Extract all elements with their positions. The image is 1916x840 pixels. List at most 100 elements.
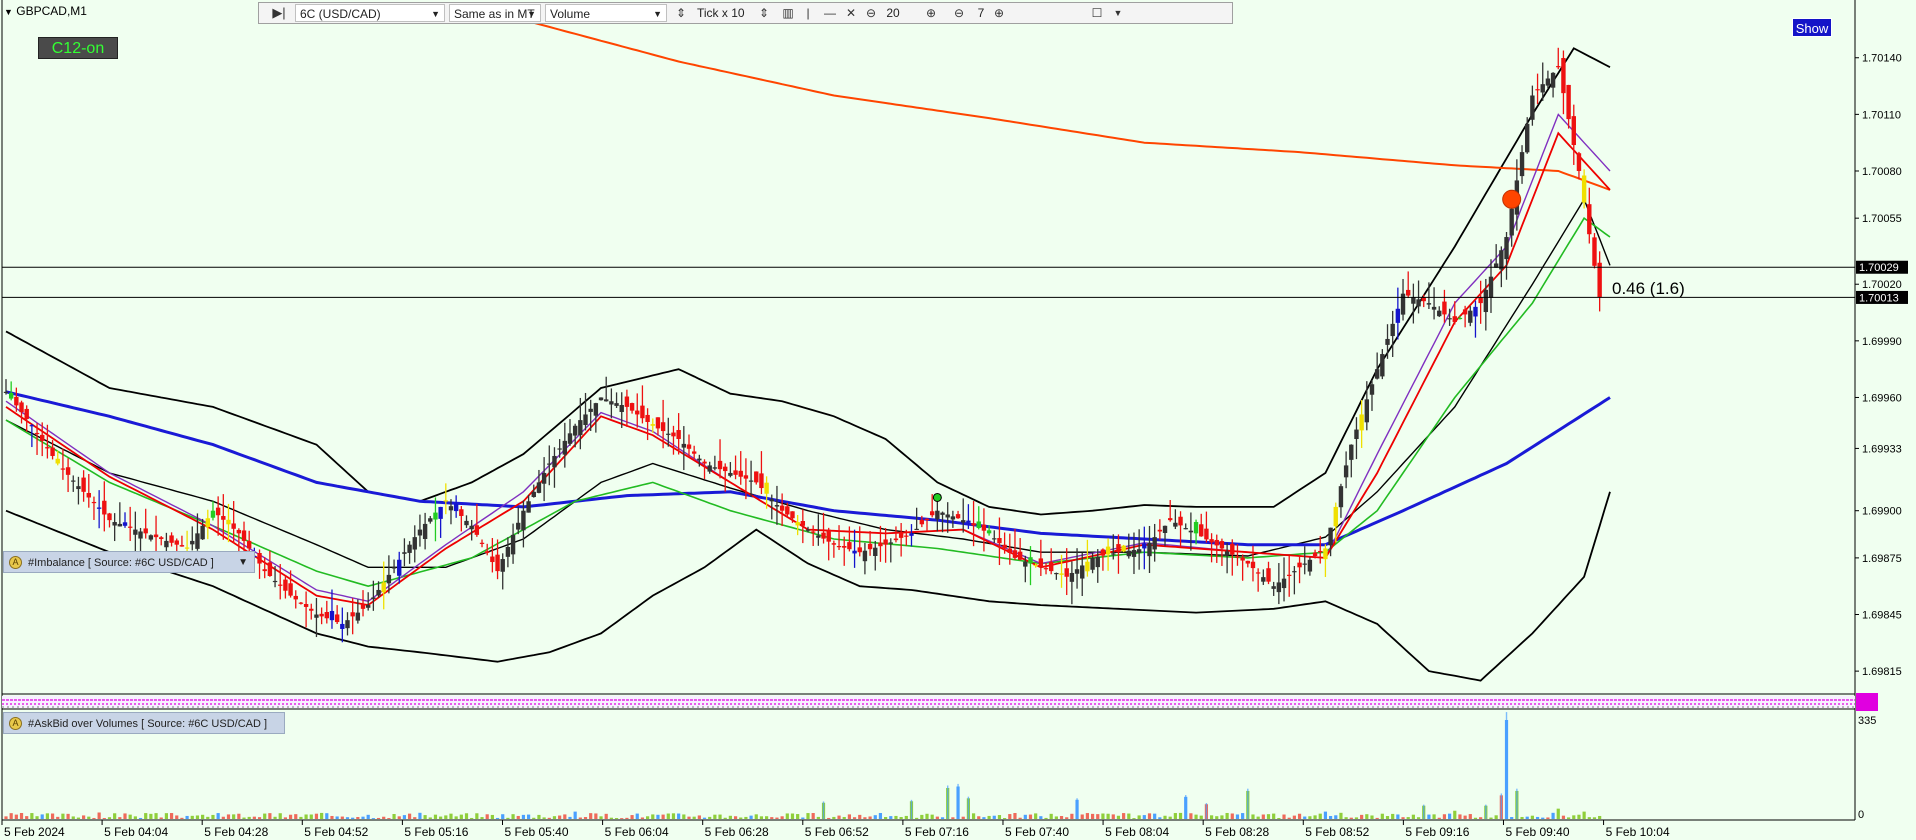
volume-bar bbox=[785, 813, 789, 819]
volume-bar bbox=[1282, 814, 1286, 819]
volume-bar bbox=[884, 817, 888, 819]
depth-decrease-icon[interactable]: ⊖ bbox=[951, 4, 967, 22]
price-bar-body bbox=[1478, 297, 1483, 304]
price-bar-body bbox=[873, 547, 878, 556]
volume-bar bbox=[459, 814, 463, 819]
y-tick-label: 1.70140 bbox=[1862, 53, 1902, 65]
volume-bar bbox=[159, 817, 163, 819]
price-bar-body bbox=[386, 574, 392, 584]
price-bar-body bbox=[1100, 549, 1106, 556]
volume-bar bbox=[1448, 813, 1452, 819]
symbol-title: ▼ GBPCAD,M1 bbox=[4, 4, 87, 18]
price-bar-body bbox=[397, 559, 402, 576]
window-icon[interactable]: ☐ bbox=[1089, 4, 1105, 22]
volume-bar bbox=[1598, 815, 1602, 819]
close-icon[interactable]: ✕ bbox=[843, 4, 859, 22]
volume-bar bbox=[1416, 817, 1421, 819]
volume-bar bbox=[920, 814, 924, 819]
price-bar-body bbox=[505, 546, 511, 557]
volume-bar bbox=[263, 813, 267, 819]
price-bar-body bbox=[1343, 465, 1349, 478]
price-bar-body bbox=[526, 501, 531, 513]
tick-multiplier[interactable]: Tick x 10 bbox=[697, 4, 753, 22]
play-icon[interactable]: ▶| bbox=[269, 4, 289, 22]
volume-bar bbox=[775, 817, 779, 819]
mode-select[interactable]: Volume ▼ bbox=[545, 4, 667, 22]
price-bar-body bbox=[867, 543, 873, 550]
price-bar-body bbox=[821, 532, 826, 539]
volume-bar bbox=[82, 815, 86, 819]
volume-bar bbox=[708, 816, 712, 819]
volume-bar bbox=[1344, 817, 1348, 819]
askbid-indicator-label[interactable]: A #AskBid over Volumes [ Source: #6C USD… bbox=[3, 712, 285, 734]
volume-bar bbox=[138, 817, 143, 819]
price-bar-body bbox=[1136, 549, 1142, 553]
horizontal-line-icon[interactable]: — bbox=[821, 4, 839, 22]
instrument-select[interactable]: 6C (USD/CAD) ▼ bbox=[295, 4, 445, 22]
volume-bar bbox=[677, 813, 681, 819]
price-bar-body bbox=[329, 610, 335, 621]
vertical-line-icon[interactable]: | bbox=[801, 4, 815, 22]
volume-bar bbox=[687, 816, 691, 819]
price-bar-body bbox=[324, 612, 329, 619]
price-chart[interactable]: 1.70029 1.70013 0.46 (1.6) 1.70140 1.7011… bbox=[0, 0, 1916, 840]
dropdown-triangle-icon[interactable]: ▼ bbox=[4, 7, 13, 17]
volume-bar bbox=[1453, 810, 1457, 819]
price-bar-body bbox=[1571, 116, 1576, 146]
price-bar-body bbox=[417, 529, 423, 536]
price-bar-body bbox=[857, 547, 862, 553]
volume-bar bbox=[314, 813, 319, 819]
price-bar-body bbox=[1556, 66, 1561, 68]
zoom-in-icon[interactable]: ⊕ bbox=[923, 4, 939, 22]
price-bar-body bbox=[691, 451, 697, 454]
price-bar-body bbox=[909, 533, 914, 536]
show-button[interactable]: Show bbox=[1792, 18, 1832, 37]
tick-height-icon[interactable]: ⇕ bbox=[673, 4, 689, 22]
chevron-down-icon[interactable]: ▼ bbox=[238, 552, 248, 574]
volume-bar bbox=[1003, 817, 1007, 819]
volume-bar bbox=[744, 816, 748, 819]
c12-status-badge[interactable]: C12-on bbox=[38, 37, 118, 59]
y-tick-label: 1.69990 bbox=[1862, 336, 1902, 348]
y-tick-label: 1.69875 bbox=[1862, 553, 1902, 565]
volume-bar bbox=[1013, 813, 1017, 819]
price-bar-body bbox=[728, 472, 733, 476]
volume-bar bbox=[1116, 815, 1121, 819]
volume-bar bbox=[816, 816, 820, 819]
volume-bar bbox=[1479, 817, 1483, 819]
imbalance-indicator-label[interactable]: A #Imbalance [ Source: #6C USD/CAD ] ▼ bbox=[3, 551, 255, 573]
volume-bar-overlay bbox=[1205, 803, 1208, 819]
price-bar-body bbox=[1338, 486, 1344, 508]
price-bar-body bbox=[583, 414, 588, 426]
volume-bar bbox=[257, 817, 262, 819]
price-bar-body bbox=[1204, 528, 1209, 540]
zoom-out-icon[interactable]: ⊖ bbox=[863, 4, 879, 22]
signal-marker-small bbox=[932, 492, 942, 502]
volume-max-label: 335 bbox=[1858, 715, 1876, 727]
volume-bar bbox=[423, 815, 427, 819]
price-bar-body bbox=[1462, 309, 1468, 315]
chevron-down-icon[interactable]: ▼ bbox=[1111, 4, 1125, 22]
price-bar-body bbox=[34, 432, 40, 435]
price-bar-body bbox=[1519, 152, 1525, 177]
price-bar-body bbox=[236, 529, 242, 534]
volume-bar bbox=[56, 816, 60, 819]
price-bar-body bbox=[1374, 369, 1380, 379]
price-bar-body bbox=[1328, 527, 1333, 546]
volume-bar bbox=[971, 813, 976, 819]
volume-bar bbox=[35, 816, 39, 819]
volume-bar bbox=[692, 816, 696, 819]
price-bar-body bbox=[1400, 293, 1406, 315]
price-bar-body bbox=[1592, 237, 1597, 266]
volume-bar bbox=[273, 816, 277, 819]
source-select[interactable]: Same as in MT ▼ bbox=[449, 4, 541, 22]
bar-chart-icon[interactable]: ▥ bbox=[779, 4, 797, 22]
price-bar-body bbox=[469, 525, 474, 530]
price-bar-body bbox=[764, 482, 769, 494]
tick-adjust-icon[interactable]: ⇕ bbox=[755, 4, 773, 22]
volume-bar bbox=[1349, 817, 1353, 819]
depth-increase-icon[interactable]: ⊕ bbox=[991, 4, 1007, 22]
volume-bar bbox=[583, 817, 588, 819]
price-bar-body bbox=[1354, 429, 1359, 439]
volume-bar bbox=[1070, 813, 1074, 819]
